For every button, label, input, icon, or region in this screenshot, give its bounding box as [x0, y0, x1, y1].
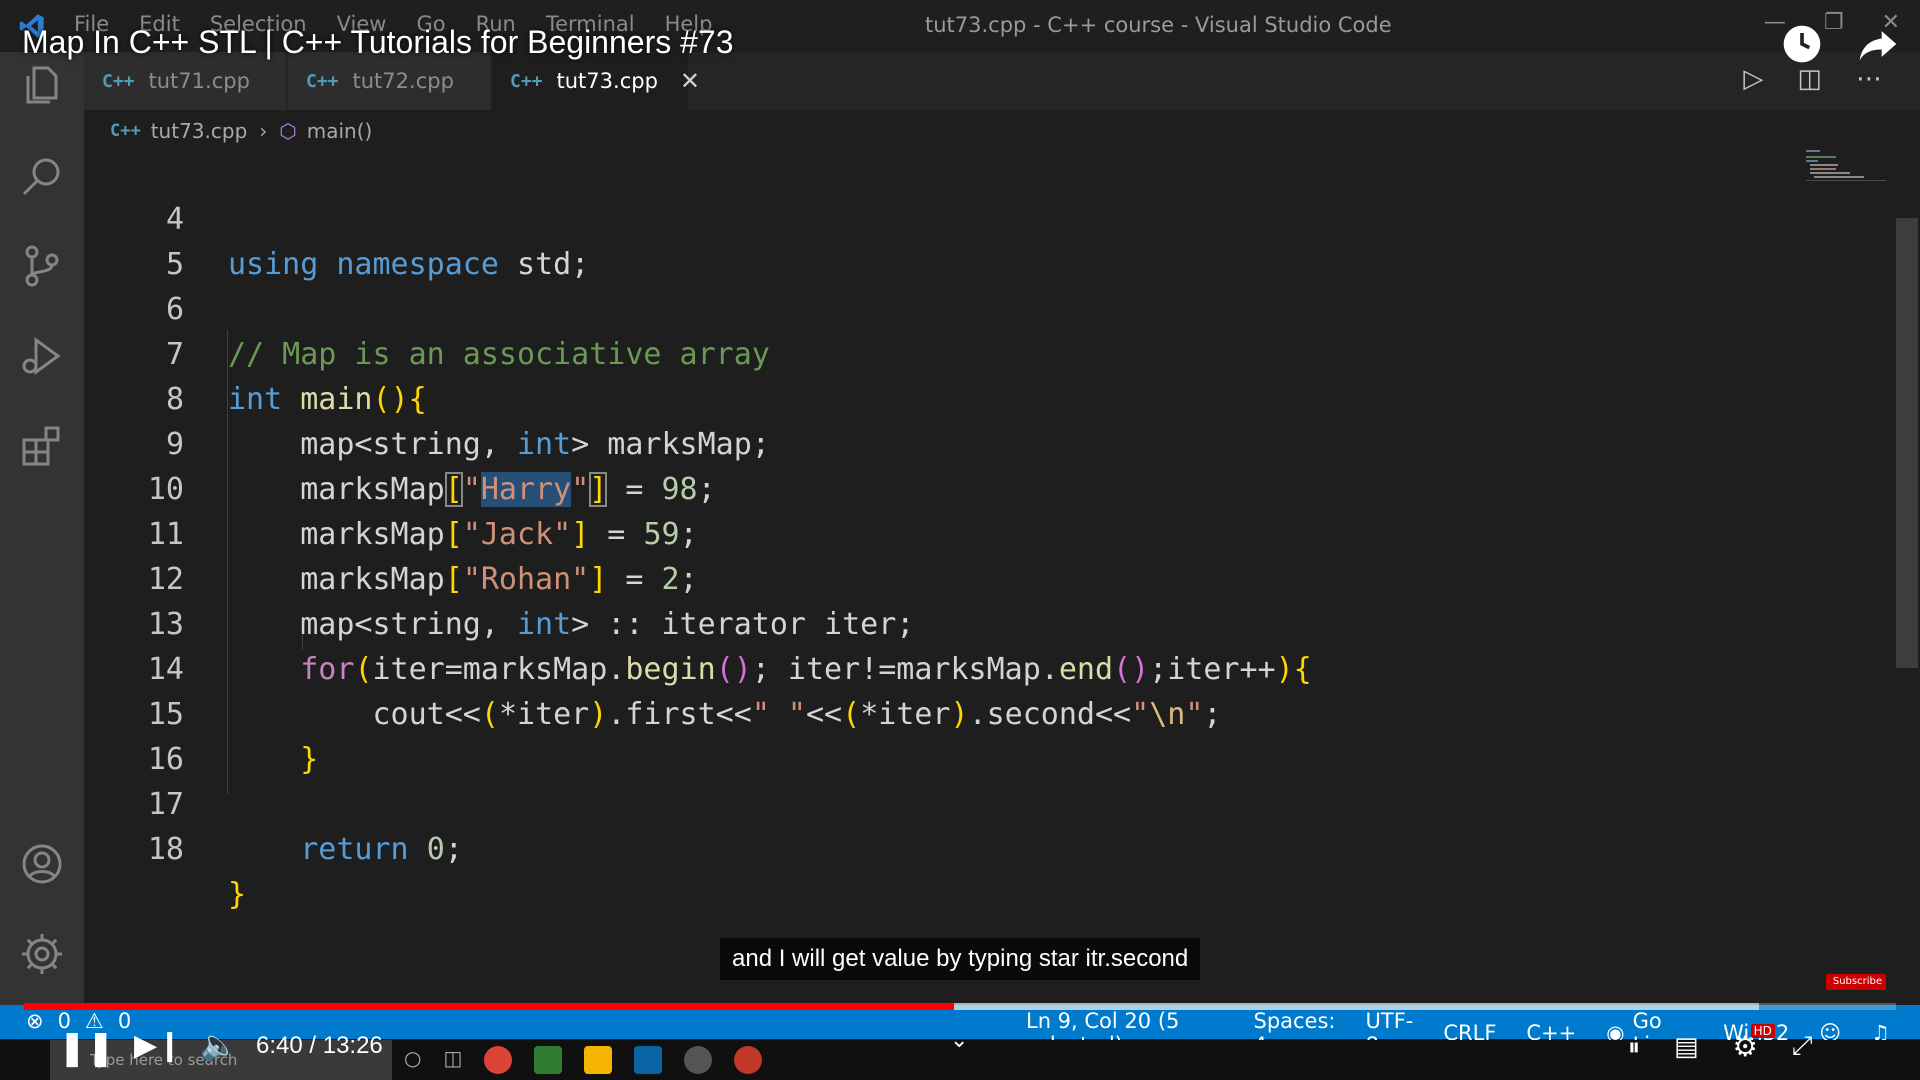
- next-video-icon[interactable]: ▶❙: [134, 1028, 182, 1063]
- code-line: 10 marksMap["Jack"] = 59;: [84, 422, 1844, 552]
- player-top-actions: [1780, 22, 1900, 66]
- more-actions-icon[interactable]: ⋯: [1856, 64, 1882, 94]
- run-debug-icon[interactable]: [18, 332, 66, 380]
- code-line: 5: [84, 197, 1844, 282]
- split-editor-icon[interactable]: ◫: [1797, 64, 1822, 94]
- code-line: 13 for(iter=marksMap.begin(); iter!=mark…: [84, 557, 1844, 687]
- file-explorer-icon[interactable]: [584, 1046, 613, 1074]
- breadcrumb-symbol[interactable]: main(): [307, 119, 373, 143]
- search-icon[interactable]: [18, 152, 66, 200]
- task-view-icon[interactable]: ◫: [443, 1046, 462, 1074]
- code-line: 14 cout<<(*iter).first<<" "<<(*iter).sec…: [84, 602, 1844, 732]
- subtitle-caption: and I will get value by typing star itr.…: [720, 938, 1201, 980]
- close-tab-icon[interactable]: ✕: [680, 67, 700, 95]
- code-line: 6 // Map is an associative array: [84, 242, 1844, 372]
- settings-icon[interactable]: ⚙ HD: [1733, 1024, 1775, 1063]
- autoplay-toggle-icon[interactable]: ⏸: [1628, 1033, 1640, 1061]
- extensions-icon[interactable]: [18, 422, 66, 470]
- window-title: tut73.cpp - C++ course - Visual Studio C…: [925, 13, 1392, 37]
- tab-label: tut72.cpp: [352, 69, 454, 93]
- volume-icon[interactable]: 🔈: [200, 1028, 237, 1063]
- subscribe-watermark[interactable]: Subscribe: [1826, 974, 1886, 990]
- method-cube-icon: ⬡: [279, 119, 297, 143]
- video-title[interactable]: Map In C++ STL | C++ Tutorials for Begin…: [22, 24, 734, 61]
- code-line: 15 }: [84, 647, 1844, 777]
- code-line: 9 marksMap["Harry"] = 98;: [84, 377, 1844, 507]
- minimap[interactable]: [1800, 148, 1900, 184]
- tab-label: tut71.cpp: [148, 69, 250, 93]
- obs-icon[interactable]: [684, 1046, 713, 1074]
- warning-count: 0: [117, 1009, 132, 1033]
- code-line: 17 return 0;: [84, 737, 1844, 867]
- cpp-file-icon: C++: [510, 70, 543, 92]
- line-number: 18: [147, 832, 184, 867]
- code-line: 12 map<string, int> :: iterator iter;: [84, 512, 1844, 642]
- code-line: 7 int main(){: [84, 287, 1844, 417]
- cpp-file-icon: C++: [110, 121, 141, 141]
- exit-fullscreen-icon[interactable]: ⤢: [1792, 1031, 1813, 1062]
- played-bar: [24, 1003, 954, 1010]
- browser-icon[interactable]: [734, 1046, 763, 1074]
- notepad-icon[interactable]: [534, 1046, 563, 1074]
- vscode-taskbar-icon[interactable]: [634, 1046, 663, 1074]
- time-display: 6:40 / 13:26: [256, 1032, 383, 1059]
- breadcrumb-file[interactable]: tut73.cpp: [151, 119, 248, 143]
- cpp-file-icon: C++: [306, 70, 339, 92]
- watch-later-clock-icon[interactable]: [1780, 22, 1824, 66]
- editor-scrollbar[interactable]: [1896, 218, 1918, 668]
- breadcrumb: C++ tut73.cpp › ⬡ main(): [84, 110, 1920, 152]
- code-text: }: [228, 877, 247, 912]
- cpp-file-icon: C++: [102, 70, 135, 92]
- chevron-right-icon: ›: [259, 119, 268, 143]
- tab-label: tut73.cpp: [556, 69, 658, 93]
- code-line: 16: [84, 692, 1844, 777]
- video-progress-bar[interactable]: [24, 1003, 1896, 1010]
- editor-actions: ▷ ◫ ⋯: [1743, 64, 1882, 94]
- pause-icon[interactable]: ❚❚: [58, 1028, 115, 1068]
- player-right-controls: ⏸ ▤ ⚙ HD ⤢: [1628, 1024, 1813, 1063]
- taskbar-apps: ○ ◫: [404, 1046, 763, 1074]
- code-editor[interactable]: 4 using namespace std; 5 6 // Map is an …: [84, 152, 1920, 1005]
- settings-gear-icon[interactable]: [18, 930, 66, 978]
- chrome-icon[interactable]: [484, 1046, 513, 1074]
- explorer-icon[interactable]: [18, 62, 66, 110]
- source-control-icon[interactable]: [18, 242, 66, 290]
- code-text: return 0;: [300, 832, 463, 867]
- share-arrow-icon[interactable]: [1856, 22, 1900, 66]
- subtitles-cc-icon[interactable]: ▤: [1674, 1032, 1699, 1062]
- code-line: 8 map<string, int> marksMap;: [84, 332, 1844, 462]
- cortana-icon[interactable]: ○: [404, 1046, 421, 1074]
- code-line: 11 marksMap["Rohan"] = 2;: [84, 467, 1844, 597]
- hd-badge: HD: [1750, 1024, 1775, 1038]
- chevron-down-icon[interactable]: ⌄: [950, 1028, 968, 1053]
- run-file-icon[interactable]: ▷: [1743, 64, 1763, 94]
- error-icon: ⊗: [26, 1009, 44, 1033]
- code-line: 4 using namespace std;: [84, 152, 1844, 282]
- account-icon[interactable]: [18, 840, 66, 888]
- activity-bar: [0, 52, 84, 1005]
- code-line: 18 }: [84, 782, 1844, 912]
